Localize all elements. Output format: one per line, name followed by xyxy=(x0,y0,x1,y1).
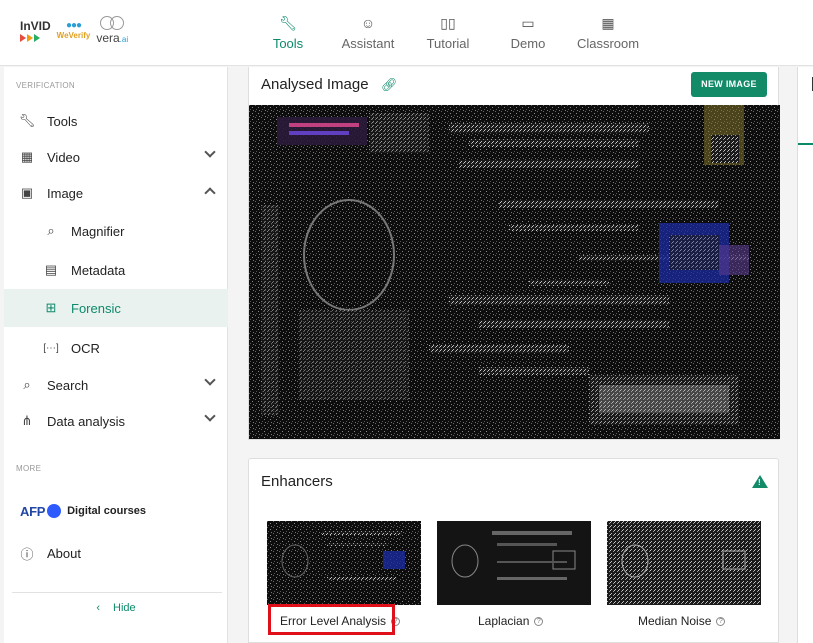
book-icon: ▯▯ xyxy=(440,15,456,31)
median-noise-label[interactable]: Median Noise? xyxy=(638,614,726,628)
top-nav: 🔧︎ Tools ☺ Assistant ▯▯ Tutorial ▭ Demo … xyxy=(248,14,648,51)
sidebar-item-data-analysis[interactable]: ⋔ Data analysis xyxy=(4,403,228,439)
sidebar-item-search[interactable]: ⌕ Search xyxy=(4,367,228,403)
gamepad-icon: ▭ xyxy=(521,15,535,31)
help-icon[interactable]: ? xyxy=(716,617,726,626)
nav-classroom[interactable]: ▦ Classroom xyxy=(568,14,648,51)
page-title: Analysed Image xyxy=(261,76,369,93)
enhancers-title: Enhancers xyxy=(261,473,333,490)
sidebar-item-metadata[interactable]: ▤ Metadata xyxy=(4,252,228,288)
divider xyxy=(12,592,222,593)
sidebar-item-label: About xyxy=(47,545,81,561)
nav-demo[interactable]: ▭ Demo xyxy=(488,14,568,51)
chevron-up-icon xyxy=(204,187,216,199)
sidebar-item-ocr[interactable]: [⋯] OCR xyxy=(4,330,228,366)
chevron-down-icon xyxy=(204,410,216,422)
invid-logo: InVID xyxy=(20,20,51,42)
sidebar-item-forensic[interactable]: ⊞ Forensic xyxy=(4,289,228,327)
hide-sidebar-button[interactable]: ‹ Hide xyxy=(4,602,228,614)
magnifier-icon: ⌕ xyxy=(47,223,55,238)
link-icon[interactable]: 🔗︎ xyxy=(381,77,398,93)
nav-tutorial[interactable]: ▯▯ Tutorial xyxy=(408,14,488,51)
search-icon: ⌕ xyxy=(23,377,31,392)
sidebar-item-digital-courses[interactable]: AFP Digital courses xyxy=(4,493,228,529)
wrench-icon: 🔧︎ xyxy=(279,15,297,31)
analysed-image xyxy=(249,105,780,439)
section-label-verification: VERIFICATION xyxy=(16,81,76,90)
sidebar-item-label: Digital courses xyxy=(67,505,146,517)
hide-label: Hide xyxy=(113,602,136,614)
analysed-image-panel: Analysed Image 🔗︎ NEW IMAGE xyxy=(248,67,780,440)
sidebar-item-label: Video xyxy=(47,149,81,165)
sidebar-item-video[interactable]: ▦ Video xyxy=(4,139,228,175)
median-noise-thumbnail[interactable] xyxy=(607,521,761,605)
sidebar-item-label: Magnifier xyxy=(71,223,125,239)
document-icon: ▤ xyxy=(44,262,58,277)
nav-tools[interactable]: 🔧︎ Tools xyxy=(248,14,328,51)
sidebar-item-label: Forensic xyxy=(71,300,121,316)
wrench-icon: 🔧︎ xyxy=(18,113,36,128)
graph-icon: ⋔ xyxy=(21,413,33,428)
sidebar-item-label: Metadata xyxy=(71,262,126,278)
selection-highlight xyxy=(268,604,395,635)
sidebar-item-label: OCR xyxy=(71,340,100,356)
top-bar: InVID ●●● WeVerify vera.ai 🔧︎ Tools ☺ As… xyxy=(0,0,813,66)
sidebar-item-label: Data analysis xyxy=(47,413,126,429)
image-icon: ▣ xyxy=(20,185,34,200)
film-icon: ▦ xyxy=(20,149,34,164)
help-icon[interactable]: ? xyxy=(534,617,544,626)
sidebar: VERIFICATION 🔧︎ Tools ▦ Video ▣ Image ⌕ … xyxy=(4,67,228,643)
weverify-logo: ●●● WeVerify xyxy=(56,20,91,41)
laplacian-thumbnail[interactable] xyxy=(437,521,591,605)
right-panel xyxy=(797,67,813,643)
section-label-more: MORE xyxy=(16,464,42,473)
sidebar-item-label: Image xyxy=(47,185,84,201)
classroom-icon: ▦ xyxy=(601,15,615,31)
chevron-left-icon: ‹ xyxy=(96,602,100,614)
chevron-down-icon xyxy=(204,374,216,386)
nav-assistant[interactable]: ☺ Assistant xyxy=(328,14,408,51)
forensic-icon: ⊞ xyxy=(45,300,57,315)
info-icon: ⓘ xyxy=(20,546,34,562)
robot-icon: ☺ xyxy=(360,15,376,31)
sidebar-item-label: Search xyxy=(47,377,89,393)
warning-icon[interactable]: ! xyxy=(752,475,768,488)
chevron-down-icon xyxy=(204,146,216,158)
active-tab-underline xyxy=(798,143,813,145)
new-image-button[interactable]: NEW IMAGE xyxy=(691,72,767,97)
vera-logo: vera.ai xyxy=(96,16,128,46)
sidebar-item-label: Tools xyxy=(47,113,78,129)
sidebar-item-image[interactable]: ▣ Image xyxy=(4,175,228,211)
sidebar-item-tools[interactable]: 🔧︎ Tools xyxy=(4,103,228,139)
ela-thumbnail[interactable] xyxy=(267,521,421,605)
afp-logo: AFP xyxy=(20,503,46,519)
app-logo[interactable]: InVID ●●● WeVerify vera.ai xyxy=(20,16,128,46)
laplacian-label[interactable]: Laplacian? xyxy=(478,614,544,628)
sidebar-item-magnifier[interactable]: ⌕ Magnifier xyxy=(4,213,228,249)
afp-dot-icon xyxy=(47,504,62,518)
ocr-icon: [⋯] xyxy=(43,342,59,354)
sidebar-item-about[interactable]: ⓘ About xyxy=(4,535,228,571)
